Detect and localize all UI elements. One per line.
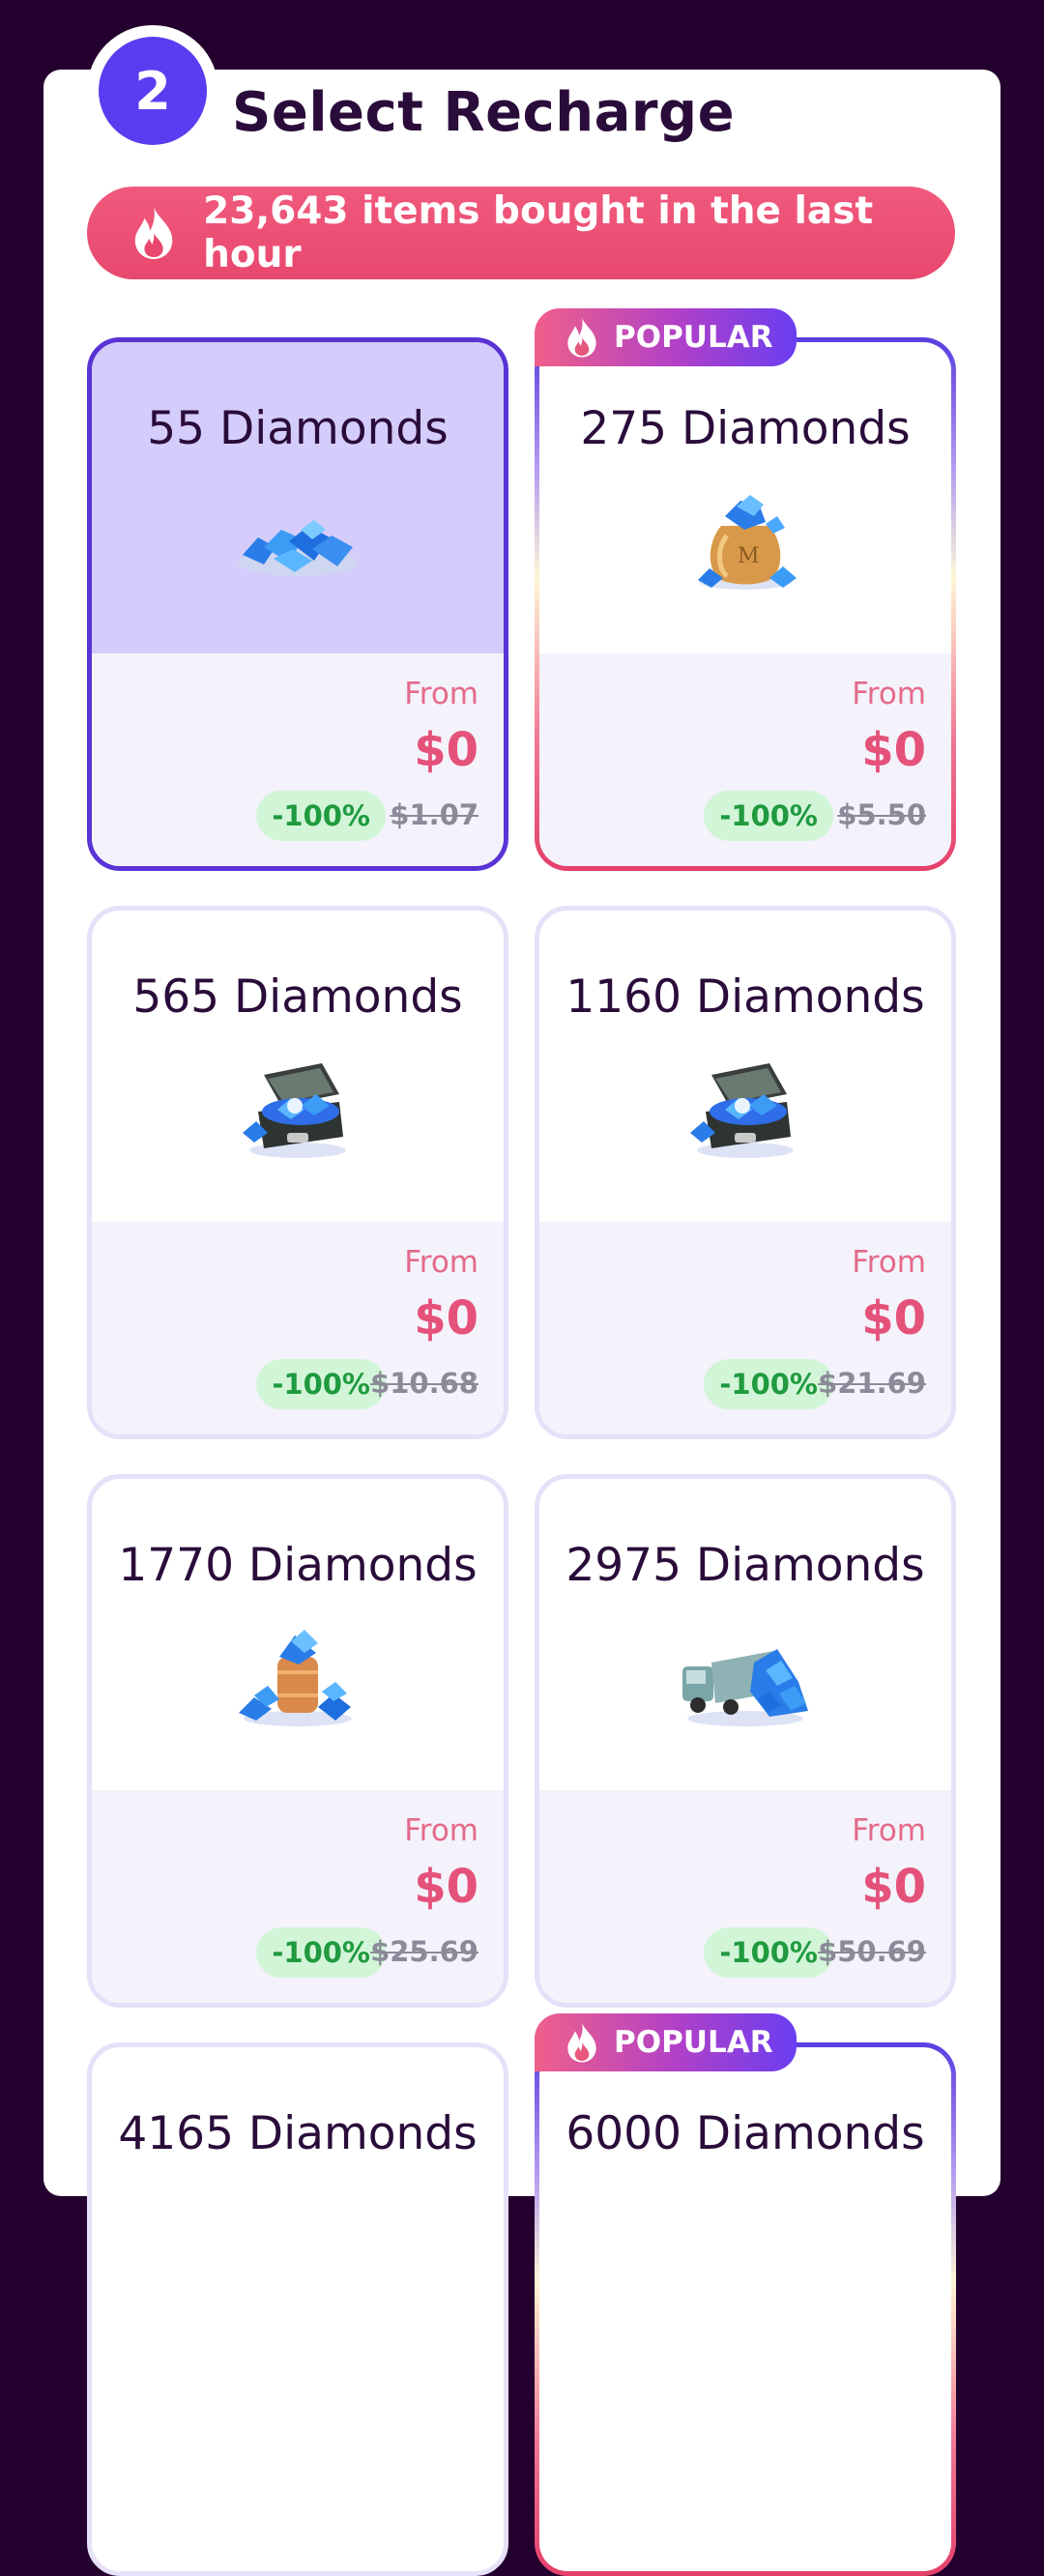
diamond-barrel-icon xyxy=(239,1630,352,1726)
pack-name: 1770 Diamonds xyxy=(118,1539,478,1592)
original-price: $25.69 xyxy=(370,1935,478,1968)
pack-name: 55 Diamonds xyxy=(147,402,449,455)
from-label: From xyxy=(852,1245,926,1280)
original-price: $21.69 xyxy=(818,1367,926,1400)
flame-icon xyxy=(567,317,596,358)
discount-badge: -100% xyxy=(704,1927,833,1978)
badge-label: POPULAR xyxy=(614,320,773,355)
price: $0 xyxy=(414,723,478,777)
purchase-activity-banner: 23,643 items bought in the last hour xyxy=(87,187,955,279)
original-price: $5.50 xyxy=(837,798,926,831)
original-price: $1.07 xyxy=(390,798,478,831)
price: $0 xyxy=(861,1291,926,1346)
from-label: From xyxy=(852,677,926,711)
popular-badge: POPULAR xyxy=(535,2013,797,2071)
discount-badge: -100% xyxy=(256,1359,386,1409)
from-label: From xyxy=(404,1245,478,1280)
diamond-pack-card[interactable]: 565 Diamonds From $0 -100% $10.68 xyxy=(87,906,508,1439)
discount-badge: -100% xyxy=(256,1927,386,1978)
diamond-pack-card[interactable]: 55 Diamonds From $0 -100% $1.07 xyxy=(87,337,508,871)
flame-icon xyxy=(567,2022,596,2063)
price: $0 xyxy=(414,1291,478,1346)
pack-name: 6000 Diamonds xyxy=(566,2107,925,2160)
step-number: 2 xyxy=(99,37,207,145)
diamond-pack-card[interactable]: 4165 Diamonds xyxy=(87,2042,508,2576)
diamond-pack-card[interactable]: 6000 Diamonds xyxy=(535,2042,956,2576)
pack-name: 565 Diamonds xyxy=(132,970,463,1024)
price: $0 xyxy=(861,723,926,777)
flame-icon xyxy=(134,207,173,259)
diamond-truck-icon xyxy=(682,1649,808,1726)
diamond-pack-card[interactable]: 1160 Diamonds From $0 -100% $21.69 xyxy=(535,906,956,1439)
price: $0 xyxy=(861,1860,926,1914)
price: $0 xyxy=(414,1860,478,1914)
section-title: Select Recharge xyxy=(232,81,736,144)
pack-name: 275 Diamonds xyxy=(580,402,911,455)
popular-badge: POPULAR xyxy=(535,308,797,366)
svg-text:M: M xyxy=(738,544,760,568)
discount-badge: -100% xyxy=(256,791,386,841)
original-price: $50.69 xyxy=(818,1935,926,1968)
diamond-bag-icon: M xyxy=(698,495,797,590)
badge-label: POPULAR xyxy=(614,2025,773,2060)
pack-name: 4165 Diamonds xyxy=(118,2107,478,2160)
diamond-pack-card[interactable]: 2975 Diamonds From $0 -100% $50.69 xyxy=(535,1474,956,2008)
diamond-pile-icon xyxy=(238,520,358,576)
pack-name: 2975 Diamonds xyxy=(566,1539,925,1592)
from-label: From xyxy=(404,677,478,711)
diamond-chest-icon xyxy=(243,1063,346,1158)
pack-name: 1160 Diamonds xyxy=(566,970,925,1024)
discount-badge: -100% xyxy=(704,1359,833,1409)
diamond-chest-icon xyxy=(690,1063,794,1158)
discount-badge: -100% xyxy=(704,791,833,841)
original-price: $10.68 xyxy=(370,1367,478,1400)
banner-text: 23,643 items bought in the last hour xyxy=(203,189,874,276)
diamond-pack-card[interactable]: 1770 Diamonds From $0 -100% $25.69 xyxy=(87,1474,508,2008)
from-label: From xyxy=(852,1813,926,1848)
diamond-pack-card[interactable]: 275 Diamonds M From $0 -100% $5.50 xyxy=(535,337,956,871)
from-label: From xyxy=(404,1813,478,1848)
